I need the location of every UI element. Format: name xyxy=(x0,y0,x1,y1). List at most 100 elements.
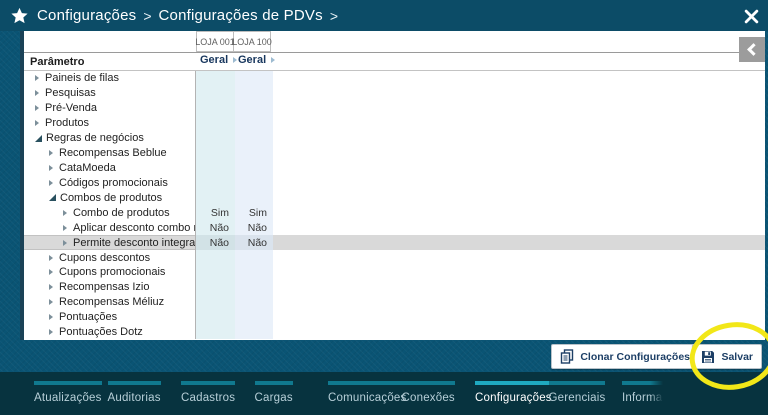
value-cell-loja-001[interactable] xyxy=(196,264,235,280)
value-cell-loja-001[interactable]: Não xyxy=(196,235,235,251)
tree-row[interactable]: Cupons promocionais xyxy=(24,264,765,280)
value-cell-loja-100[interactable] xyxy=(235,71,273,86)
tree-row[interactable]: Regras de negócios xyxy=(24,130,765,146)
value-cell-loja-100[interactable] xyxy=(235,309,273,325)
tree-row[interactable]: Combos de produtos xyxy=(24,190,765,206)
save-button-label: Salvar xyxy=(721,350,753,363)
nav-tab-conexoes[interactable]: Conexões xyxy=(401,372,476,415)
tree-row-param: CataMoeda xyxy=(24,160,196,176)
value-cell-loja-001[interactable] xyxy=(196,175,235,191)
tab-indicator-bar xyxy=(181,381,236,385)
value-cell-loja-100[interactable]: Não xyxy=(235,220,273,236)
collapsed-node-icon[interactable] xyxy=(35,120,39,127)
tree-row[interactable]: Combo de produtos Sim Sim xyxy=(24,205,765,221)
nav-tab-auditorias[interactable]: Auditorias xyxy=(107,372,182,415)
nav-tab-cargas[interactable]: Cargas xyxy=(254,372,329,415)
nav-tab-atualizacoes[interactable]: Atualizações xyxy=(34,372,108,415)
value-cell-loja-001[interactable] xyxy=(196,190,235,206)
breadcrumb-item-configuracoes[interactable]: Configurações xyxy=(37,7,136,24)
value-cell-loja-100[interactable] xyxy=(235,115,273,131)
module-tabs: Atualizações Auditorias Cadastros Cargas Com… xyxy=(34,372,696,415)
collapsed-node-icon[interactable] xyxy=(35,105,39,112)
tree-row-param: Recompensas Beblue xyxy=(24,145,196,161)
value-cell-loja-001[interactable] xyxy=(196,160,235,176)
param-column-header: Parâmetro xyxy=(30,55,85,68)
value-cell-loja-100[interactable] xyxy=(235,100,273,116)
tree-row[interactable]: Recompensas Beblue xyxy=(24,145,765,161)
tab-label: Conexões xyxy=(401,392,455,404)
collapsed-node-icon[interactable] xyxy=(49,269,53,276)
nav-tab-configuracoes[interactable]: Configurações xyxy=(475,372,552,415)
value-cell-loja-001[interactable] xyxy=(196,324,235,339)
value-cell-loja-100[interactable] xyxy=(235,145,273,161)
table-header-row: Parâmetro Geral Geral xyxy=(24,53,765,71)
nav-tab-gerenciais[interactable]: Gerenciais xyxy=(548,372,623,415)
collapsed-node-icon[interactable] xyxy=(35,90,39,97)
tree-row[interactable]: Pesquisas xyxy=(24,85,765,101)
value-cell-loja-100[interactable] xyxy=(235,190,273,206)
row-filler xyxy=(273,325,765,339)
value-cell-loja-001[interactable] xyxy=(196,309,235,325)
collapsed-node-icon[interactable] xyxy=(63,224,67,231)
tree-row[interactable]: CataMoeda xyxy=(24,160,765,176)
value-cell-loja-001[interactable] xyxy=(196,145,235,161)
collapsed-node-icon[interactable] xyxy=(49,164,53,171)
clone-configurations-button[interactable]: Clonar Configurações xyxy=(551,344,699,369)
value-cell-loja-001[interactable] xyxy=(196,279,235,295)
collapsed-node-icon[interactable] xyxy=(63,239,67,246)
tree-row-label: Recompensas Izio xyxy=(59,281,150,294)
tree-row[interactable]: Pontuações Dotz xyxy=(24,324,765,339)
value-cell-loja-001[interactable] xyxy=(196,130,235,146)
row-filler xyxy=(273,116,765,131)
tree-row[interactable]: Cupons descontos xyxy=(24,250,765,265)
tree-row[interactable]: Produtos xyxy=(24,115,765,131)
nav-tab-cadastros[interactable]: Cadastros xyxy=(181,372,255,415)
collapsed-node-icon[interactable] xyxy=(49,284,53,291)
value-cell-loja-100[interactable] xyxy=(235,294,273,310)
close-icon[interactable] xyxy=(742,8,760,24)
tree-row[interactable]: Recompensas Izio xyxy=(24,279,765,295)
nav-tab-informacoes[interactable]: Informações xyxy=(622,372,696,415)
value-cell-loja-001[interactable]: Não xyxy=(196,220,235,236)
tree-row[interactable]: Pontuações xyxy=(24,309,765,325)
collapsed-node-icon[interactable] xyxy=(49,329,53,336)
tree-row[interactable]: Aplicar desconto combo no item promocion… xyxy=(24,220,765,236)
value-cell-loja-100[interactable] xyxy=(235,250,273,265)
collapsed-node-icon[interactable] xyxy=(49,314,53,321)
collapsed-node-icon[interactable] xyxy=(63,209,67,216)
nav-tab-comunicacoes[interactable]: Comunicações xyxy=(328,372,407,415)
value-cell-loja-100[interactable] xyxy=(235,85,273,101)
value-cell-loja-001[interactable]: Sim xyxy=(196,205,235,221)
value-cell-loja-001[interactable] xyxy=(196,100,235,116)
value-cell-loja-100[interactable] xyxy=(235,175,273,191)
tree-row[interactable]: Códigos promocionais xyxy=(24,175,765,191)
value-cell-loja-001[interactable] xyxy=(196,250,235,265)
panel-collapse-button[interactable] xyxy=(739,37,765,62)
value-cell-loja-001[interactable] xyxy=(196,71,235,86)
value-cell-loja-100[interactable] xyxy=(235,324,273,339)
collapsed-node-icon[interactable] xyxy=(49,150,53,157)
collapsed-node-icon[interactable] xyxy=(49,179,53,186)
save-button[interactable]: Salvar xyxy=(692,344,762,369)
tree-row[interactable]: Paineis de filas xyxy=(24,71,765,86)
geral-subheader-loja-001[interactable]: Geral xyxy=(200,54,238,66)
value-cell-loja-001[interactable] xyxy=(196,294,235,310)
breadcrumb-item-configuracoes-de-pdvs[interactable]: Configurações de PDVs xyxy=(159,7,323,24)
expanded-node-icon[interactable] xyxy=(35,134,42,142)
value-cell-loja-001[interactable] xyxy=(196,115,235,131)
collapsed-node-icon[interactable] xyxy=(35,75,39,82)
collapsed-node-icon[interactable] xyxy=(49,299,53,306)
expanded-node-icon[interactable] xyxy=(49,194,56,202)
value-cell-loja-100[interactable] xyxy=(235,279,273,295)
value-cell-loja-100[interactable] xyxy=(235,160,273,176)
collapsed-node-icon[interactable] xyxy=(49,254,53,261)
value-cell-loja-100[interactable]: Não xyxy=(235,235,273,251)
value-cell-loja-100[interactable] xyxy=(235,264,273,280)
geral-subheader-loja-100[interactable]: Geral xyxy=(238,54,276,66)
value-cell-loja-100[interactable]: Sim xyxy=(235,205,273,221)
value-cell-loja-001[interactable] xyxy=(196,85,235,101)
value-cell-loja-100[interactable] xyxy=(235,130,273,146)
tree-row[interactable]: Pré-Venda xyxy=(24,100,765,116)
tree-row[interactable]: Permite desconto integral Não Não xyxy=(24,235,765,251)
tree-row[interactable]: Recompensas Méliuz xyxy=(24,294,765,310)
